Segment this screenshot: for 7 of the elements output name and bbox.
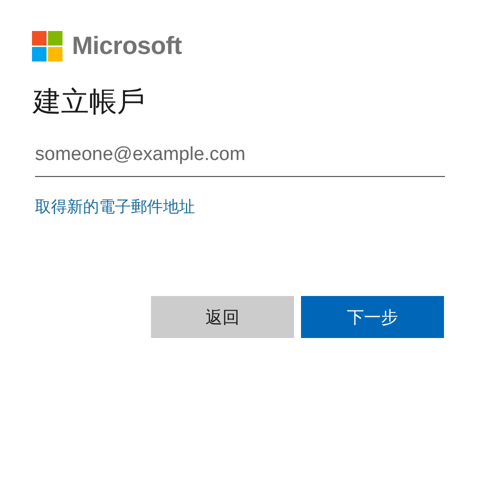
email-field[interactable]: someone@example.com <box>35 140 445 177</box>
brand-name: Microsoft <box>72 32 182 61</box>
logo-icon <box>32 31 63 62</box>
page-title: 建立帳戶 <box>33 84 146 120</box>
next-button[interactable]: 下一步 <box>301 296 444 338</box>
new-email-link[interactable]: 取得新的電子郵件地址 <box>35 197 195 216</box>
back-button[interactable]: 返回 <box>151 296 294 338</box>
